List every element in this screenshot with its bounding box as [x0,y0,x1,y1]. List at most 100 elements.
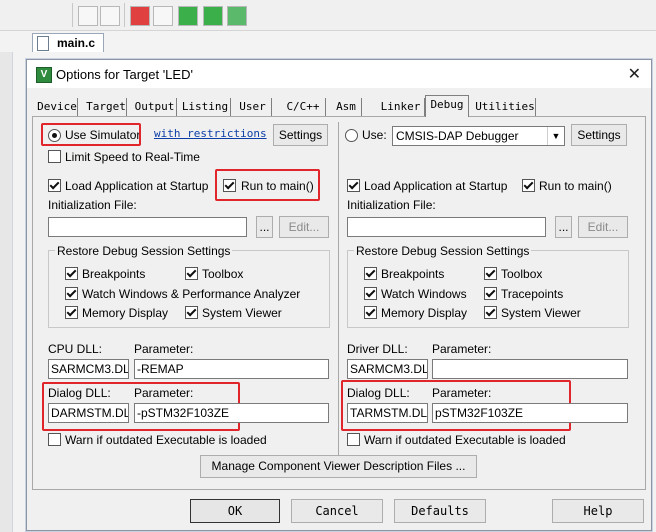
system-viewer-label-right: System Viewer [501,306,581,320]
close-icon[interactable]: ✕ [628,64,641,84]
highlight-box [215,169,320,201]
toolbar-separator [72,3,73,27]
editor-file-tab[interactable]: main.c [32,33,104,52]
toolbox-checkbox-right[interactable] [484,267,497,280]
load-app-label-right: Load Application at Startup [364,179,508,193]
help-button[interactable]: Help [552,499,644,523]
dialog-dll-label: Dialog DLL: [48,386,111,400]
run-to-main-checkbox-right[interactable] [522,179,535,192]
dialog-title: Options for Target 'LED' [56,67,193,82]
memory-display-label: Memory Display [82,306,169,320]
toolbox-label-right: Toolbox [501,267,543,281]
dialog-dll-param-label-right: Parameter: [432,386,492,400]
tab-listing[interactable]: Listing [180,98,231,116]
memory-display-label-right: Memory Display [381,306,468,320]
load-app-label: Load Application at Startup [65,179,209,193]
cpu-dll-param-label: Parameter: [134,342,194,356]
toolbox-label: Toolbox [202,267,244,281]
ok-button[interactable]: OK [190,499,280,523]
defaults-button[interactable]: Defaults [394,499,486,523]
system-viewer-checkbox[interactable] [185,306,198,319]
debugger-settings-button[interactable]: Settings [571,124,627,146]
init-file-edit-button-right[interactable]: Edit... [578,216,628,238]
toolbox-checkbox[interactable] [185,267,198,280]
ide-toolbar [0,0,656,31]
breakpoints-label-right: Breakpoints [381,267,445,281]
dialog-dll-param-input[interactable]: -pSTM32F103ZE [134,403,329,423]
debugger-select-value: CMSIS-DAP Debugger [396,129,519,143]
cpu-dll-param-input[interactable]: -REMAP [134,359,329,379]
init-file-label: Initialization File: [48,198,137,212]
cancel-button[interactable]: Cancel [291,499,383,523]
cpu-dll-input[interactable]: SARMCM3.DLL [48,359,129,379]
breakpoints-checkbox-right[interactable] [364,267,377,280]
tab-cc[interactable]: C/C++ [281,98,326,116]
load-app-checkbox[interactable] [48,179,61,192]
dialog-titlebar: V Options for Target 'LED' ✕ [27,60,651,88]
file-tab-label: main.c [57,36,96,50]
tab-debug[interactable]: Debug [425,95,469,117]
tracepoints-label: Tracepoints [501,287,564,301]
init-file-edit-button[interactable]: Edit... [279,216,329,238]
tracepoints-checkbox[interactable] [484,287,497,300]
warn-outdated-checkbox-right[interactable] [347,433,360,446]
tab-asm[interactable]: Asm [331,98,362,116]
warn-outdated-label-right: Warn if outdated Executable is loaded [364,433,566,447]
dialog-dll-param-input-right[interactable]: pSTM32F103ZE [432,403,628,423]
install-icon[interactable] [227,6,247,26]
dialog-dll-input-right[interactable]: TARMSTM.DLL [347,403,428,423]
dropdown-icon[interactable] [78,6,98,26]
options-dialog: V Options for Target 'LED' ✕ Device Targ… [26,59,652,531]
debugger-select[interactable]: CMSIS-DAP Debugger ▼ [392,126,565,146]
restrictions-link[interactable]: with restrictions [154,127,267,140]
driver-dll-input[interactable]: SARMCM3.DLL [347,359,428,379]
file-icon [37,36,49,51]
tab-device[interactable]: Device [37,98,78,116]
driver-dll-label: Driver DLL: [347,342,408,356]
init-file-browse-button[interactable]: ... [256,216,273,238]
highlight-box [41,123,141,146]
memory-display-checkbox[interactable] [65,306,78,319]
pack-icon[interactable] [203,6,223,26]
watch-windows-checkbox-right[interactable] [364,287,377,300]
limit-speed-label: Limit Speed to Real-Time [65,150,200,164]
system-viewer-label: System Viewer [202,306,282,320]
simulator-settings-button[interactable]: Settings [273,124,328,146]
tab-target[interactable]: Target [86,98,127,116]
chevron-down-icon: ▼ [547,127,564,145]
tab-output[interactable]: Output [133,98,177,116]
options-icon[interactable] [130,6,150,26]
dialog-dll-label-right: Dialog DLL: [347,386,410,400]
tab-utilities[interactable]: Utilities [475,98,536,116]
driver-dll-param-label: Parameter: [432,342,492,356]
pane-divider [338,122,339,456]
magic-wand-icon[interactable] [100,6,120,26]
system-viewer-checkbox-right[interactable] [484,306,497,319]
limit-speed-checkbox[interactable] [48,150,61,163]
warn-outdated-label: Warn if outdated Executable is loaded [65,433,267,447]
watch-windows-label: Watch Windows & Performance Analyzer [82,287,301,301]
breakpoints-checkbox[interactable] [65,267,78,280]
restore-settings-title-right: Restore Debug Session Settings [354,244,532,258]
run-to-main-label-right: Run to main() [539,179,612,193]
diamond-green-icon[interactable] [178,6,198,26]
dialog-dll-input[interactable]: DARMSTM.DLL [48,403,129,423]
init-file-input[interactable] [48,217,247,237]
tab-linker[interactable]: Linker [377,98,425,116]
watch-windows-checkbox[interactable] [65,287,78,300]
init-file-browse-button-right[interactable]: ... [555,216,572,238]
watch-windows-label-right: Watch Windows [381,287,467,301]
use-debugger-label: Use: [362,128,387,142]
tab-user[interactable]: User [234,98,272,116]
load-app-checkbox-right[interactable] [347,179,360,192]
use-debugger-radio[interactable] [345,129,358,142]
manage-icon[interactable] [153,6,173,26]
editor-gutter [0,52,13,532]
memory-display-checkbox-right[interactable] [364,306,377,319]
init-file-input-right[interactable] [347,217,546,237]
manage-component-viewer-button[interactable]: Manage Component Viewer Description File… [200,455,477,478]
init-file-label-right: Initialization File: [347,198,436,212]
warn-outdated-checkbox[interactable] [48,433,61,446]
restore-settings-title: Restore Debug Session Settings [55,244,233,258]
driver-dll-param-input[interactable] [432,359,628,379]
